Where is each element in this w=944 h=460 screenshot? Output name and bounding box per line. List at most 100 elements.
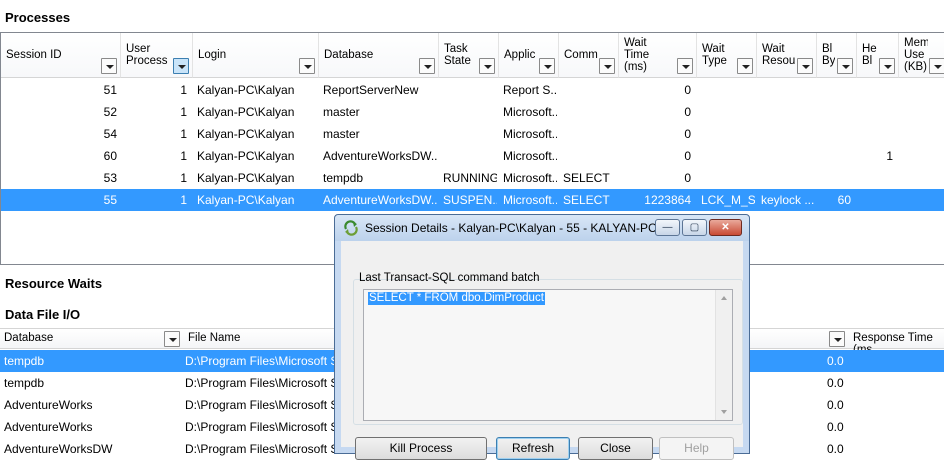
cell-wait-resource [761, 145, 815, 167]
sql-scrollbar[interactable] [715, 290, 732, 420]
data-file-io-title[interactable]: Data File I/O [5, 307, 80, 322]
scroll-up-icon[interactable] [721, 296, 727, 300]
cell-login: Kalyan-PC\Kalyan [197, 193, 295, 207]
cell-login: Kalyan-PC\Kalyan [197, 105, 295, 119]
cell-application: Microsoft... [503, 193, 557, 207]
cell-wait-type [701, 167, 755, 189]
cell-task-state [443, 79, 497, 101]
process-row[interactable]: 52 1 Kalyan-PC\Kalyan master Microsoft... 0 1 [1, 101, 944, 123]
cell-database: tempdb [323, 171, 364, 185]
user-process-filter-button[interactable] [173, 58, 189, 74]
refresh-button[interactable]: Refresh [496, 437, 570, 460]
cell-blocked-by [817, 123, 851, 145]
memory-use-filter-button[interactable] [929, 58, 944, 74]
cell-wait-time: 0 [684, 127, 691, 141]
col-label-session-id: Session ID [6, 49, 62, 61]
resource-waits-title[interactable]: Resource Waits [5, 276, 102, 291]
session-details-dialog: Session Details - Kalyan-PC\Kalyan - 55 … [334, 214, 750, 460]
refresh-arrows-icon [344, 220, 358, 236]
col-header-application[interactable]: Applic [499, 33, 559, 78]
col-header-memory-use[interactable]: Memor Use (KB) [899, 33, 944, 78]
dialog-titlebar[interactable]: Session Details - Kalyan-PC\Kalyan - 55 … [335, 215, 749, 241]
io-cell-response-time: 0.0 [827, 420, 844, 434]
maximize-button[interactable]: ▢ [682, 219, 707, 236]
blocked-by-filter-button[interactable] [837, 58, 853, 74]
cell-user-process: 1 [180, 127, 187, 141]
col-header-task-state[interactable]: Task State [439, 33, 499, 78]
cell-wait-type [701, 79, 755, 101]
col-label-login: Login [198, 49, 227, 61]
cell-command [563, 101, 617, 123]
command-filter-button[interactable] [599, 58, 615, 74]
cell-session-id: 52 [103, 105, 117, 119]
cell-head-blocker [857, 101, 893, 123]
cell-login: Kalyan-PC\Kalyan [197, 127, 295, 141]
cell-user-process: 1 [180, 83, 187, 97]
login-filter-button[interactable] [299, 58, 315, 74]
cell-command [563, 145, 617, 167]
help-button[interactable]: Help [659, 437, 734, 460]
io-col-database[interactable]: Database [4, 332, 53, 344]
cell-memory-use: 1 [899, 123, 944, 145]
close-window-button[interactable]: ✕ [709, 219, 742, 236]
col-label-user-process: User Process [126, 43, 168, 67]
process-row[interactable]: 54 1 Kalyan-PC\Kalyan master Microsoft... 0 1 [1, 123, 944, 145]
col-header-database[interactable]: Database [319, 33, 439, 78]
application-filter-button[interactable] [539, 58, 555, 74]
session-id-filter-button[interactable] [101, 58, 117, 74]
sql-textbox[interactable]: SELECT * FROM dbo.DimProduct [363, 289, 733, 421]
dialog-title: Session Details - Kalyan-PC\Kalyan - 55 … [365, 221, 657, 235]
wait-time-filter-button[interactable] [677, 58, 693, 74]
io-cell-response-time: 0.0 [827, 398, 844, 412]
col-header-wait-time[interactable]: Wait Time (ms) [619, 33, 697, 78]
col-header-session-id[interactable]: Session ID [1, 33, 121, 78]
cell-blocked-by: 60 [837, 193, 851, 207]
process-row[interactable]: 60 1 Kalyan-PC\Kalyan AdventureWorksDW... Mi… [1, 145, 944, 167]
io-cell-database: tempdb [4, 376, 45, 390]
cell-session-id: 54 [103, 127, 117, 141]
col-header-login[interactable]: Login [193, 33, 319, 78]
cell-wait-type [701, 101, 755, 123]
col-header-blocked-by[interactable]: Bl By [817, 33, 857, 78]
cell-task-state [443, 123, 497, 145]
cell-memory-use: 1 [899, 167, 944, 189]
cell-memory-use: 1 [899, 101, 944, 123]
io-col-file-name[interactable]: File Name [188, 332, 240, 344]
col-label-application: Applic [504, 49, 536, 61]
io-cell-database: AdventureWorks [4, 420, 93, 434]
cell-blocked-by [817, 167, 851, 189]
cell-database: AdventureWorksDW... [323, 193, 437, 207]
col-header-command[interactable]: Comma [559, 33, 619, 78]
process-row[interactable]: 53 1 Kalyan-PC\Kalyan tempdb RUNNING Microsof… [1, 167, 944, 189]
col-header-user-process[interactable]: User Process [121, 33, 193, 78]
col-header-head-blocker[interactable]: He Bl [857, 33, 899, 78]
io-cell-response-time: 0.0 [827, 376, 844, 390]
col-header-wait-resource[interactable]: Wait Resou [757, 33, 817, 78]
cell-head-blocker: 1 [886, 149, 893, 163]
sql-text[interactable]: SELECT * FROM dbo.DimProduct [368, 292, 545, 305]
cell-database: ReportServerNew [323, 83, 419, 97]
cell-memory-use: 1 [899, 79, 944, 101]
cell-wait-time: 0 [684, 105, 691, 119]
io-col-file-filter-button[interactable] [829, 331, 845, 347]
col-header-wait-type[interactable]: Wait Type [697, 33, 757, 78]
wait-type-filter-button[interactable] [737, 58, 753, 74]
col-label-database: Database [324, 49, 374, 61]
head-blocker-filter-button[interactable] [879, 58, 895, 74]
cell-application: Microsoft... [503, 171, 557, 185]
io-cell-file-name: D:\Program Files\Microsoft SQL [185, 376, 335, 390]
cell-command [563, 123, 617, 145]
kill-process-button[interactable]: Kill Process [355, 437, 487, 460]
io-col-database-filter-button[interactable] [164, 331, 180, 347]
minimize-button[interactable]: — [655, 219, 680, 236]
cell-task-state: SUSPEN... [443, 193, 497, 207]
cell-user-process: 1 [180, 171, 187, 185]
process-row[interactable]: 51 1 Kalyan-PC\Kalyan ReportServerNew Report… [1, 79, 944, 101]
scroll-down-icon[interactable] [721, 410, 727, 414]
task-state-filter-button[interactable] [479, 58, 495, 74]
close-button[interactable]: Close [578, 437, 653, 460]
database-filter-button[interactable] [419, 58, 435, 74]
wait-resource-filter-button[interactable] [797, 58, 813, 74]
process-row[interactable]: 55 1 Kalyan-PC\Kalyan AdventureWorksDW... SU… [1, 189, 944, 211]
io-cell-file-name: D:\Program Files\Microsoft SQL [185, 398, 335, 412]
